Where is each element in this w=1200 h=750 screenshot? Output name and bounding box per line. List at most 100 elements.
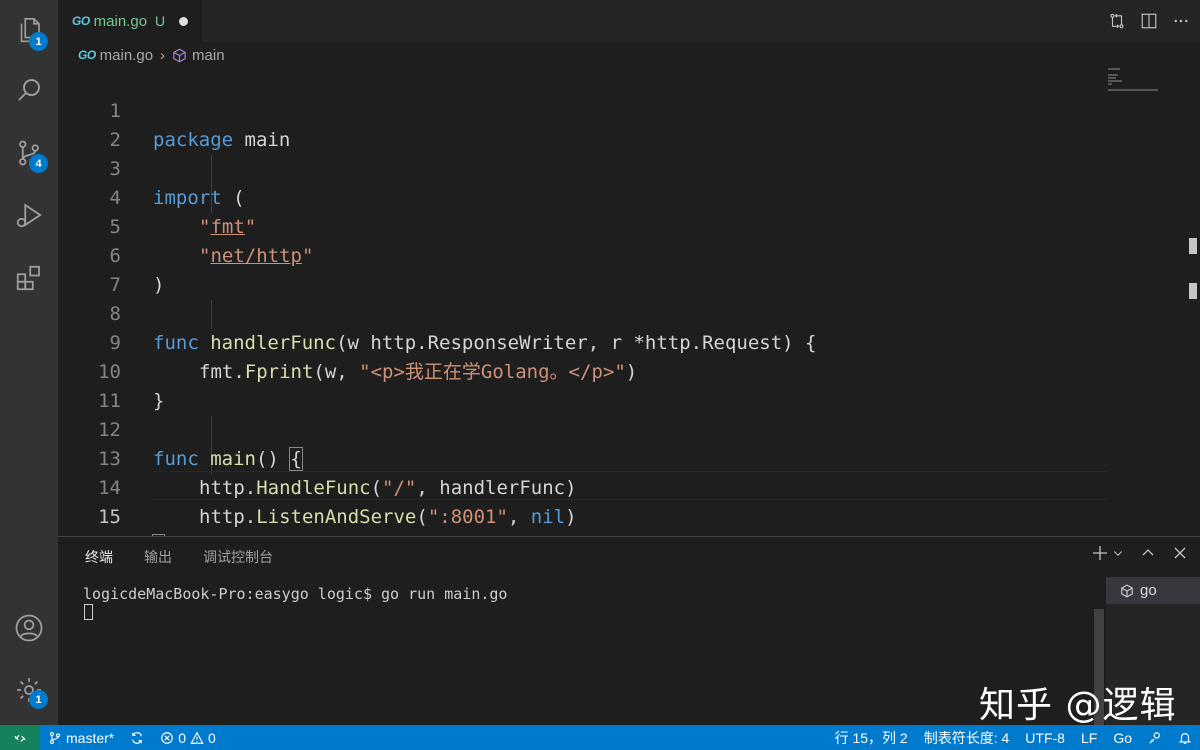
new-terminal-icon[interactable] (1092, 545, 1108, 561)
breadcrumb-file[interactable]: main.go (100, 47, 153, 64)
tab-debug-console[interactable]: 调试控制台 (203, 547, 273, 569)
code-line: 11 (58, 358, 121, 412)
code-text: () (255, 448, 291, 470)
end-of-line[interactable]: LF (1073, 725, 1105, 750)
code-text: } (153, 390, 165, 412)
git-branch[interactable]: master* (40, 725, 122, 750)
matched-bracket: { (289, 447, 303, 471)
tab-output[interactable]: 输出 (144, 547, 172, 569)
package-cube-icon (173, 48, 186, 62)
remote-icon (14, 734, 26, 742)
function-name: handlerFunc (210, 332, 337, 354)
code-text: , (507, 506, 531, 528)
indent-guide (211, 300, 212, 329)
warning-icon (190, 731, 204, 744)
feedback-icon (1149, 731, 1160, 744)
tab-bar: GO main.go U (58, 0, 1200, 42)
keyword-func: func (153, 448, 199, 470)
code-text: ) (153, 274, 165, 296)
function-name: HandleFunc (256, 477, 371, 499)
keyword-nil: nil (530, 506, 566, 528)
sync-button[interactable] (122, 725, 152, 750)
more-actions-icon[interactable] (1172, 12, 1190, 30)
go-file-icon: GO (78, 48, 96, 62)
code-line: 15 } (58, 474, 166, 558)
code-line: 13 http.HandleFunc("/", handlerFunc) (58, 416, 576, 499)
close-icon[interactable] (1172, 545, 1188, 561)
untracked-status: U (155, 13, 166, 29)
code-line: 4 "fmt" (58, 155, 257, 238)
language-mode[interactable]: Go (1105, 725, 1140, 750)
code-text: fmt. (199, 361, 245, 383)
scm-badge: 4 (29, 154, 48, 173)
keyword-import: import (153, 187, 222, 209)
encoding[interactable]: UTF-8 (1017, 725, 1073, 750)
quote: " (301, 245, 314, 267)
string-literal: "<p>我正在学Golang。</p>" (359, 361, 626, 383)
chevron-down-icon[interactable] (1112, 545, 1124, 561)
explorer-button[interactable]: 1 (0, 2, 58, 58)
quote: " (199, 216, 211, 238)
watermark: 知乎 @逻辑 (979, 685, 1177, 726)
tab-title: main.go (93, 12, 148, 30)
source-control-button[interactable]: 4 (0, 125, 58, 181)
extensions-icon (16, 265, 40, 291)
code-text: http. (199, 477, 257, 499)
code-line: 1 package main (58, 68, 291, 151)
search-button[interactable] (0, 62, 58, 118)
code-line: 10 } (58, 329, 164, 412)
status-bar-right: 行 15，列 2 制表符长度: 4 UTF-8 LF Go (827, 725, 1200, 750)
run-debug-button[interactable] (0, 187, 58, 243)
search-icon (18, 79, 40, 101)
error-count: 0 (178, 729, 187, 746)
code-line: 14 http.ListenAndServe(":8001", nil) (58, 445, 576, 528)
keyword-func: func (153, 332, 199, 354)
import-path-link[interactable]: fmt (210, 216, 244, 238)
notifications-button[interactable] (1170, 725, 1200, 750)
open-changes-icon[interactable] (1108, 12, 1126, 30)
feedback-button[interactable] (1140, 725, 1170, 750)
git-branch-icon (49, 731, 61, 744)
chevron-right-icon: › (160, 46, 166, 64)
terminal-instance-label: go (1140, 582, 1157, 599)
terminal-cursor (84, 604, 93, 620)
unsaved-dot-icon[interactable] (179, 16, 189, 26)
status-bar: master* 0 0 行 15，列 2 制表符长度: 4 UTF-8 LF G… (0, 725, 1200, 750)
code-line: 8 func handlerFunc(w http.ResponseWriter… (58, 271, 817, 354)
line-number-active: 15 (98, 506, 121, 528)
code-line: 7 (58, 242, 121, 296)
code-text: http. (199, 506, 257, 528)
breadcrumb-symbol[interactable]: main (192, 47, 225, 64)
code-text: ( (416, 506, 428, 528)
code-text: , handlerFunc) (416, 477, 577, 499)
code-editor[interactable]: 1 package main 2 3 import ( 4 "fmt" 5 "n… (58, 68, 1200, 558)
extensions-button[interactable] (0, 250, 58, 306)
split-editor-icon[interactable] (1140, 12, 1158, 30)
manage-button[interactable]: 1 (0, 662, 58, 718)
tab-terminal[interactable]: 终端 (85, 547, 113, 569)
remote-indicator[interactable] (0, 725, 40, 750)
code-text: ) (625, 361, 638, 383)
terminal-output[interactable]: logicdeMacBook-Pro:easygo logic$ go run … (83, 585, 507, 603)
manage-badge: 1 (29, 690, 48, 709)
code-text: ) (565, 506, 577, 528)
code-line: 2 (58, 97, 121, 151)
string-literal: ":8001" (427, 506, 508, 528)
accounts-button[interactable] (0, 600, 58, 656)
terminal-cube-icon (1121, 583, 1133, 598)
problems-indicator[interactable]: 0 0 (152, 725, 224, 750)
quote: " (199, 245, 211, 267)
terminal-instance[interactable]: go (1106, 577, 1200, 604)
code-line: 12 func main() { (58, 387, 303, 471)
code-line: 9 fmt.Fprint(w, "<p>我正在学Golang。</p>") (58, 300, 638, 383)
indentation[interactable]: 制表符长度: 4 (916, 725, 1018, 750)
import-path-link[interactable]: net/http (210, 245, 302, 267)
tab-main-go[interactable]: GO main.go U (58, 0, 202, 42)
code-line: 5 "net/http" (58, 184, 314, 267)
maximize-panel-icon[interactable] (1140, 545, 1156, 561)
minimap[interactable] (1108, 68, 1168, 98)
cursor-position[interactable]: 行 15，列 2 (827, 725, 916, 750)
explorer-badge: 1 (29, 32, 48, 51)
warning-count: 0 (208, 729, 216, 746)
keyword-package: package (153, 129, 234, 151)
